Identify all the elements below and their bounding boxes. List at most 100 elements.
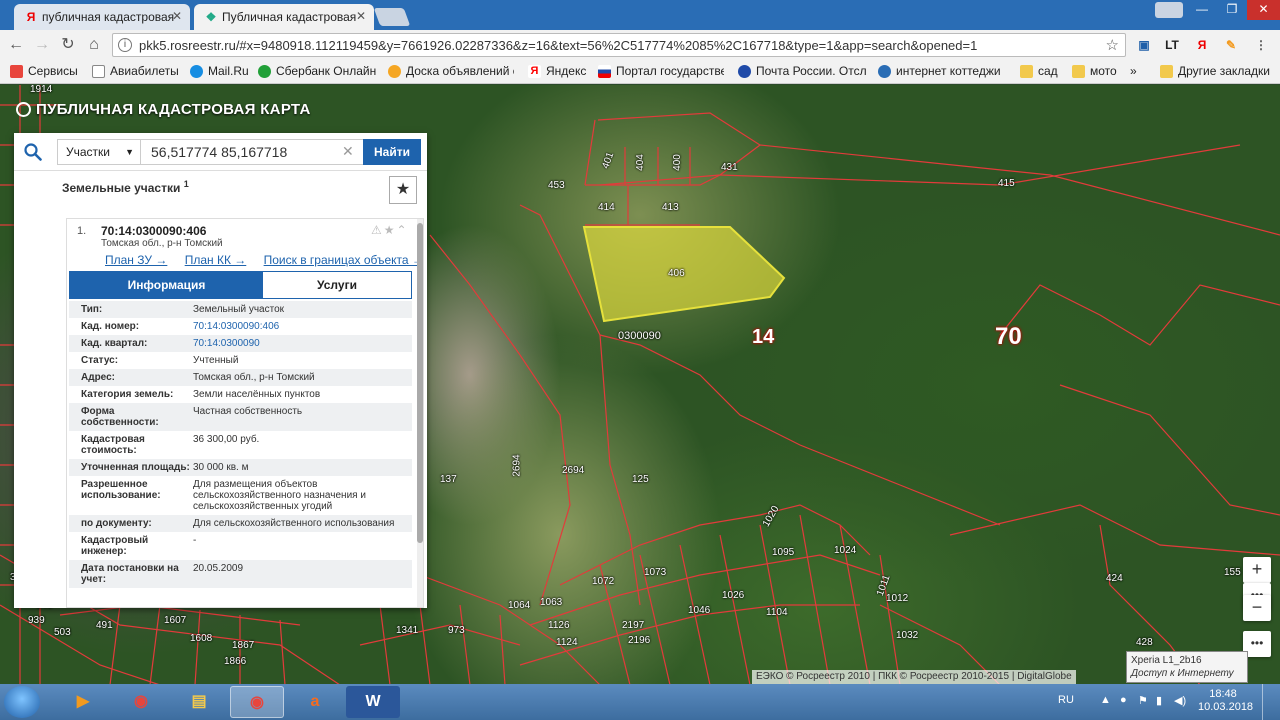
plan-zu-link[interactable]: План ЗУ → xyxy=(105,253,167,267)
parcel-label[interactable]: 404 xyxy=(635,154,646,171)
parcel-label[interactable]: 400 xyxy=(672,154,683,171)
parcel-label[interactable]: 1607 xyxy=(164,615,186,626)
parcel-label[interactable]: 2694 xyxy=(562,465,584,476)
bookmark-yandex[interactable]: Я Яндекс xyxy=(528,64,586,78)
parcel-label[interactable]: 1608 xyxy=(190,633,212,644)
zoom-in-button[interactable]: + xyxy=(1243,557,1271,583)
word-icon[interactable]: W xyxy=(346,686,400,718)
clock[interactable]: 18:48 10.03.2018 xyxy=(1198,688,1253,714)
parcel-label[interactable]: 1073 xyxy=(644,567,666,578)
parcel-label[interactable]: 424 xyxy=(1106,573,1123,584)
warning-icon[interactable]: ⚠ xyxy=(371,223,384,237)
parcel-label[interactable]: 973 xyxy=(448,625,465,636)
yandex-extension-icon[interactable]: Я xyxy=(1193,37,1211,53)
parcel-label[interactable]: 1072 xyxy=(592,576,614,587)
quarter-label-14[interactable]: 14 xyxy=(752,326,774,349)
wrench-extension-icon[interactable]: ✎ xyxy=(1222,37,1240,53)
language-indicator[interactable]: RU xyxy=(1058,694,1074,706)
parcel-label[interactable]: 1914 xyxy=(30,85,52,95)
bookmark-services[interactable]: Сервисы xyxy=(10,64,78,78)
results-scrollbar[interactable] xyxy=(417,219,423,607)
media-player-icon[interactable]: ▶ xyxy=(56,686,110,718)
bookmark-folder-moto[interactable]: мото xyxy=(1072,64,1117,78)
search-type-select[interactable]: Участки ▼ xyxy=(57,139,141,165)
more-bookmarks-button[interactable]: » xyxy=(1130,64,1137,78)
parcel-label[interactable]: 491 xyxy=(96,620,113,631)
bookmark-star-icon[interactable]: ☆ xyxy=(1106,36,1119,54)
network-notification[interactable]: Xperia L1_2b16 Доступ к Интернету xyxy=(1126,651,1248,683)
new-tab-button[interactable] xyxy=(373,8,411,26)
menu-icon[interactable]: ⋮ xyxy=(1252,37,1270,53)
bookmark-russianpost[interactable]: Почта России. Отсле xyxy=(738,64,866,78)
profile-button[interactable] xyxy=(1155,2,1183,18)
bookmark-sberbank[interactable]: Сбербанк Онлайн xyxy=(258,64,376,78)
parcel-label[interactable]: 1341 xyxy=(396,625,418,636)
close-tab-icon[interactable]: ✕ xyxy=(356,9,366,23)
parcel-label[interactable]: 1026 xyxy=(722,590,744,601)
reload-icon[interactable]: ↻ xyxy=(58,35,78,55)
parcel-label[interactable]: 125 xyxy=(632,474,649,485)
bookmark-avito[interactable]: Доска объявлений с xyxy=(388,64,514,78)
bookmark-mailru[interactable]: Mail.Ru xyxy=(190,64,249,78)
parcel-label[interactable]: 155 xyxy=(1224,567,1241,578)
parcel-label[interactable]: 2197 xyxy=(622,620,644,631)
close-window-button[interactable]: ✕ xyxy=(1247,0,1280,20)
tray-expand-icon[interactable]: ▲ xyxy=(1100,694,1111,706)
parcel-label[interactable]: 453 xyxy=(548,180,565,191)
zoom-out-button[interactable]: − xyxy=(1243,595,1271,621)
parcel-label[interactable]: 1032 xyxy=(896,630,918,641)
close-tab-icon[interactable]: ✕ xyxy=(172,9,182,23)
parcel-label[interactable]: 503 xyxy=(54,627,71,638)
address-bar[interactable]: i pkk5.rosreestr.ru/#x=9480918.112119459… xyxy=(112,33,1126,57)
bookmark-cottages[interactable]: интернет коттеджи xyxy=(878,64,1006,78)
clear-icon[interactable]: ✕ xyxy=(342,143,354,160)
lt-extension-icon[interactable]: LT xyxy=(1163,37,1181,53)
forward-icon[interactable]: → xyxy=(32,35,52,55)
parcel-label[interactable]: 413 xyxy=(662,202,679,213)
tray-app-icon[interactable]: ● xyxy=(1120,694,1127,706)
collapse-icon[interactable]: ⌃ xyxy=(397,223,409,237)
back-icon[interactable]: ← xyxy=(6,35,26,55)
parcel-label[interactable]: 1867 xyxy=(232,640,254,651)
search-input[interactable] xyxy=(141,139,376,165)
parcel-label[interactable]: 1104 xyxy=(766,607,788,618)
parcel-label[interactable]: 431 xyxy=(721,162,738,173)
parcel-label[interactable]: 2196 xyxy=(628,635,650,646)
parcel-label[interactable]: 1866 xyxy=(224,656,246,667)
parcel-label[interactable]: 406 xyxy=(668,268,685,279)
search-within-link[interactable]: Поиск в границах объекта → xyxy=(264,253,423,267)
parcel-label[interactable]: 1046 xyxy=(688,605,710,616)
bookmark-other[interactable]: Другие закладки xyxy=(1160,64,1270,78)
bookmark-folder-sad[interactable]: сад xyxy=(1020,64,1058,78)
parcel-label[interactable]: 1095 xyxy=(772,547,794,558)
flag-tray-icon[interactable]: ⚑ xyxy=(1138,694,1148,707)
bookmark-gosuslugi[interactable]: Портал государстве xyxy=(598,64,724,78)
home-icon[interactable]: ⌂ xyxy=(84,35,104,55)
search-button[interactable]: Найти xyxy=(363,139,421,165)
parcel-label[interactable]: 1012 xyxy=(886,593,908,604)
volume-icon[interactable]: ◀) xyxy=(1174,694,1186,707)
parcel-label[interactable]: 414 xyxy=(598,202,615,213)
start-button[interactable] xyxy=(4,686,40,718)
bookmark-aviabilety[interactable]: Авиабилеты xyxy=(92,64,179,78)
parcel-label[interactable]: 2694 xyxy=(512,454,523,476)
network-icon[interactable]: ▮ xyxy=(1156,694,1162,707)
cadastral-number-link[interactable]: 70:14:0300090:406 xyxy=(193,321,408,332)
quarter-label-70[interactable]: 70 xyxy=(995,323,1022,351)
parcel-label[interactable]: 939 xyxy=(28,615,45,626)
tab-cadastral-map[interactable]: ❖ Публичная кадастровая ✕ xyxy=(194,4,374,30)
show-desktop-button[interactable] xyxy=(1262,684,1280,720)
info-icon[interactable]: i xyxy=(118,38,132,52)
search-icon[interactable] xyxy=(24,143,42,161)
parcel-label[interactable]: 1064 xyxy=(508,600,530,611)
parcel-label[interactable]: 137 xyxy=(440,474,457,485)
parcel-label[interactable]: 428 xyxy=(1136,637,1153,648)
minimize-button[interactable]: — xyxy=(1187,0,1217,20)
parcel-label[interactable]: 1063 xyxy=(540,597,562,608)
tab-services[interactable]: Услуги xyxy=(263,272,411,298)
quarter-number-label[interactable]: 0300090 xyxy=(618,330,661,342)
cadastral-quarter-link[interactable]: 70:14:0300090 xyxy=(193,338,408,349)
tab-information[interactable]: Информация xyxy=(70,272,263,298)
favorites-button[interactable]: ★ xyxy=(389,176,417,204)
plan-kk-link[interactable]: План КК → xyxy=(185,253,247,267)
